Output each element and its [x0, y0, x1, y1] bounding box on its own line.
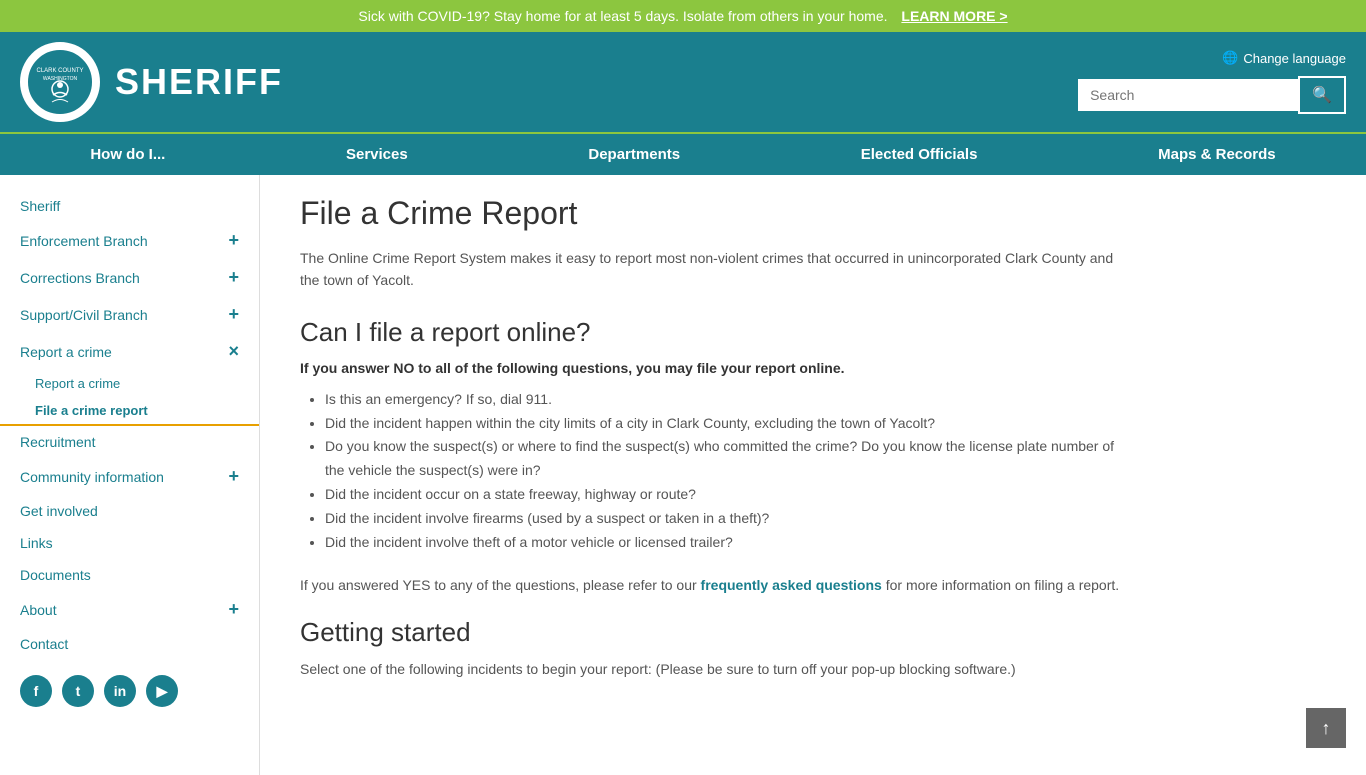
youtube-icon[interactable]: ▶	[146, 675, 178, 707]
expand-icon-community: +	[228, 466, 239, 487]
learn-more-link[interactable]: LEARN MORE >	[901, 8, 1007, 24]
faq-text: If you answered YES to any of the questi…	[300, 574, 1120, 596]
bullet-4: Did the incident occur on a state freewa…	[325, 483, 1120, 507]
bold-intro: If you answer NO to all of the following…	[300, 360, 1120, 376]
page-title: File a Crime Report	[300, 195, 1120, 232]
bullet-5: Did the incident involve firearms (used …	[325, 507, 1120, 531]
expand-icon-enforcement: +	[228, 230, 239, 251]
sidebar-subitem-report-crime[interactable]: Report a crime	[0, 370, 259, 397]
sidebar-item-corrections[interactable]: Corrections Branch +	[0, 259, 259, 296]
expand-icon-about: +	[228, 599, 239, 620]
faq-link[interactable]: frequently asked questions	[701, 577, 882, 593]
search-bar: 🔍	[1078, 76, 1346, 114]
expand-icon-corrections: +	[228, 267, 239, 288]
content-wrapper: Sheriff Enforcement Branch + Corrections…	[0, 175, 1366, 775]
nav-elected-officials[interactable]: Elected Officials	[841, 134, 998, 175]
main-nav: How do I... Services Departments Elected…	[0, 132, 1366, 175]
sidebar-subitem-file-crime-report[interactable]: File a crime report	[0, 397, 259, 426]
search-button[interactable]: 🔍	[1298, 76, 1346, 114]
sidebar-item-about[interactable]: About +	[0, 591, 259, 628]
sidebar-item-community[interactable]: Community information +	[0, 458, 259, 495]
sidebar-item-support[interactable]: Support/Civil Branch +	[0, 296, 259, 333]
header-left: CLARK COUNTY WASHINGTON SHERIFF	[20, 42, 283, 122]
sidebar-label-corrections: Corrections Branch	[20, 270, 140, 286]
bullet-1: Is this an emergency? If so, dial 911.	[325, 388, 1120, 412]
main-content: File a Crime Report The Online Crime Rep…	[260, 175, 1160, 775]
faq-after: for more information on filing a report.	[882, 577, 1119, 593]
sidebar-label-about: About	[20, 602, 57, 618]
logo: CLARK COUNTY WASHINGTON	[20, 42, 100, 122]
sidebar-label-community: Community information	[20, 469, 164, 485]
facebook-icon[interactable]: f	[20, 675, 52, 707]
svg-text:CLARK COUNTY: CLARK COUNTY	[36, 68, 83, 74]
sidebar-item-links[interactable]: Links	[0, 527, 259, 559]
social-icons: f t in ▶	[0, 660, 259, 722]
bullet-2: Did the incident happen within the city …	[325, 412, 1120, 436]
sidebar-label-report-crime: Report a crime	[20, 344, 112, 360]
nav-services[interactable]: Services	[326, 134, 428, 175]
sidebar: Sheriff Enforcement Branch + Corrections…	[0, 175, 260, 775]
nav-departments[interactable]: Departments	[568, 134, 700, 175]
sidebar-item-documents[interactable]: Documents	[0, 559, 259, 591]
site-header: CLARK COUNTY WASHINGTON SHERIFF 🌐 Change…	[0, 32, 1366, 132]
back-to-top-button[interactable]: ↑	[1306, 708, 1346, 748]
expand-icon-support: +	[228, 304, 239, 325]
search-input[interactable]	[1078, 79, 1298, 111]
sidebar-item-sheriff[interactable]: Sheriff	[0, 190, 259, 222]
faq-before: If you answered YES to any of the questi…	[300, 577, 701, 593]
twitter-icon[interactable]: t	[62, 675, 94, 707]
sidebar-item-report-crime[interactable]: Report a crime ×	[0, 333, 259, 370]
bullet-3: Do you know the suspect(s) or where to f…	[325, 435, 1120, 483]
bullet-list: Is this an emergency? If so, dial 911. D…	[300, 388, 1120, 555]
sidebar-item-enforcement[interactable]: Enforcement Branch +	[0, 222, 259, 259]
section2-text: Select one of the following incidents to…	[300, 658, 1120, 680]
site-title: SHERIFF	[115, 61, 283, 103]
nav-maps-records[interactable]: Maps & Records	[1138, 134, 1296, 175]
bullet-6: Did the incident involve theft of a moto…	[325, 531, 1120, 555]
alert-bar: Sick with COVID-19? Stay home for at lea…	[0, 0, 1366, 32]
alert-message: Sick with COVID-19? Stay home for at lea…	[358, 8, 887, 24]
section1-heading: Can I file a report online?	[300, 317, 1120, 348]
nav-how-do-i[interactable]: How do I...	[70, 134, 185, 175]
sidebar-item-recruitment[interactable]: Recruitment	[0, 426, 259, 458]
sidebar-label-enforcement: Enforcement Branch	[20, 233, 148, 249]
sidebar-label-support: Support/Civil Branch	[20, 307, 148, 323]
sidebar-item-contact[interactable]: Contact	[0, 628, 259, 660]
instagram-icon[interactable]: in	[104, 675, 136, 707]
header-right: 🌐 Change language 🔍	[1078, 50, 1346, 114]
expand-icon-report-crime: ×	[228, 341, 239, 362]
intro-text: The Online Crime Report System makes it …	[300, 247, 1120, 292]
language-link[interactable]: 🌐 Change language	[1222, 50, 1346, 66]
section2-heading: Getting started	[300, 617, 1120, 648]
sidebar-item-get-involved[interactable]: Get involved	[0, 495, 259, 527]
globe-icon: 🌐	[1222, 50, 1238, 66]
